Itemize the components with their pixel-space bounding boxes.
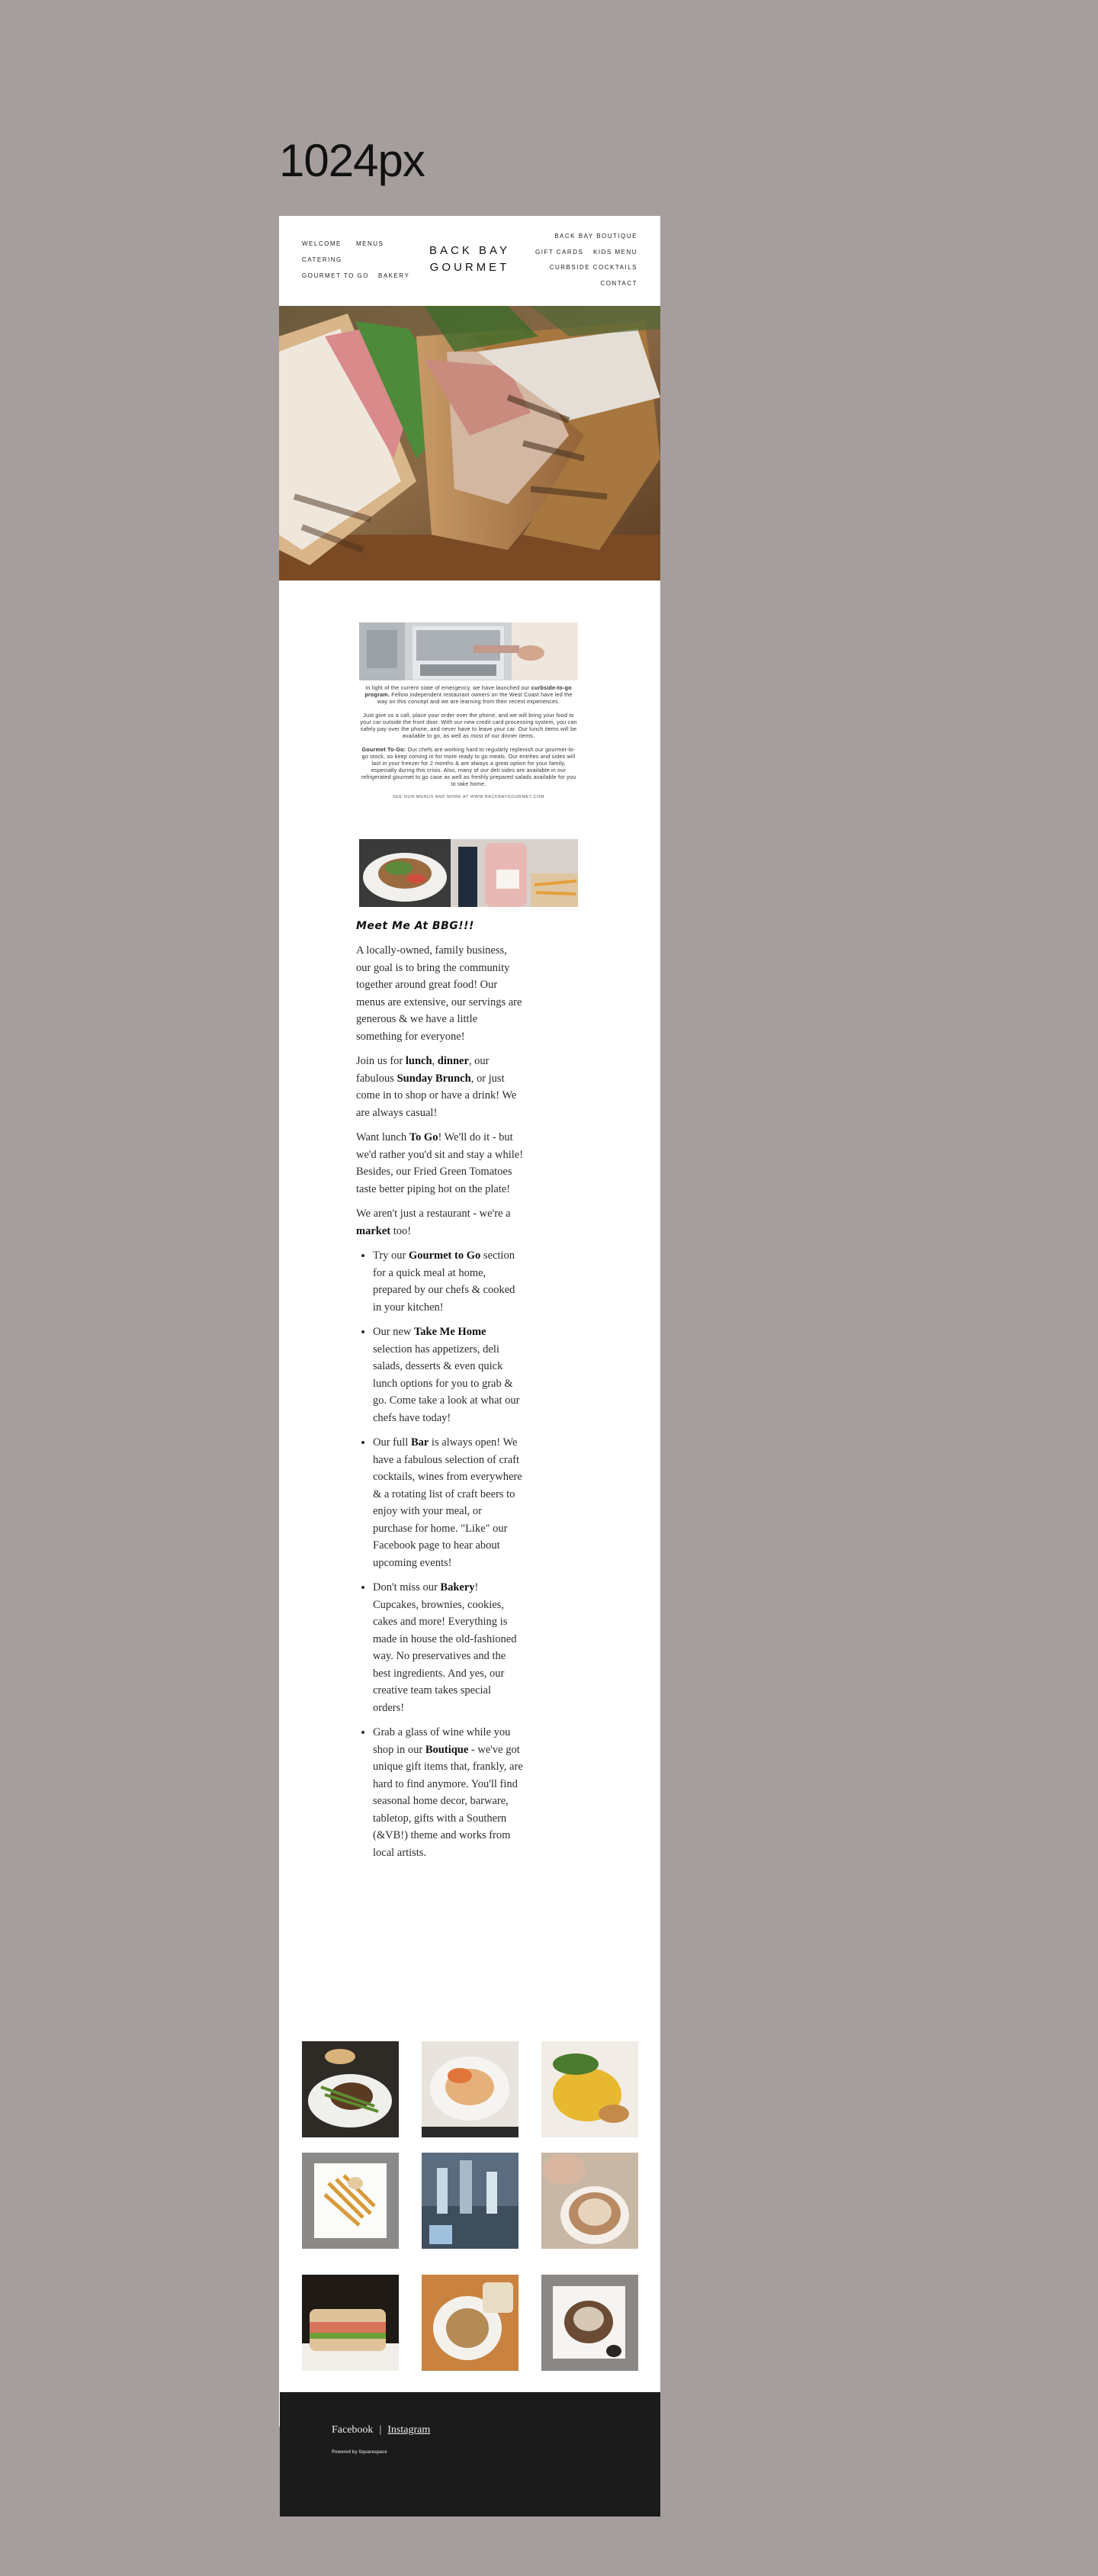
nav-menus[interactable]: MENUS: [356, 240, 384, 247]
p2-bold-brunch: Sunday Brunch: [396, 1072, 471, 1085]
li5-bold: Boutique: [425, 1743, 469, 1756]
notice-paragraph-2: Just give us a call, place your order ov…: [360, 712, 577, 739]
li2-bold: Take Me Home: [413, 1326, 486, 1338]
hero-sandwich-image: [279, 306, 660, 580]
facebook-link[interactable]: Facebook: [332, 2424, 373, 2436]
powered-by-link[interactable]: Powered by Squarespace: [332, 2450, 387, 2455]
li4-bold: Bakery: [440, 1581, 475, 1594]
about-paragraph-2: Join us for lunch, dinner, our fabulous …: [356, 1053, 524, 1121]
nav-contact[interactable]: CONTACT: [600, 280, 637, 287]
instagram-link[interactable]: Instagram: [387, 2424, 430, 2436]
logo-line2: GOURMET: [429, 261, 510, 274]
li3-text-c: is always open! We have a fabulous selec…: [373, 1436, 522, 1569]
p3-bold: To Go: [409, 1131, 438, 1143]
about-content: Meet Me At BBG!!! A locally-owned, famil…: [356, 918, 524, 1869]
food-gallery: [302, 2041, 645, 2377]
nav-welcome[interactable]: WELCOME: [302, 240, 342, 247]
site-footer: Facebook | Instagram Powered by Squarespac…: [280, 2392, 660, 2517]
gallery-image-sandwich[interactable]: [302, 2275, 399, 2371]
notice-fine-print: SEE OUR MENUS AND MORE AT WWW.BACKBAYGOU…: [392, 795, 545, 799]
curbside-photo-food: [359, 839, 578, 907]
list-item: Our new Take Me Home selection has appet…: [373, 1323, 524, 1426]
li3-bold: Bar: [410, 1436, 429, 1449]
gallery-image-steak[interactable]: [302, 2041, 399, 2137]
notice-paragraph-3: Gourmet To-Go: Our chefs are working har…: [359, 746, 578, 787]
p2-text-a: Join us for: [356, 1055, 406, 1067]
market-list: Try our Gourmet to Go section for a quic…: [356, 1247, 524, 1861]
curbside-notice: In light of the current state of emergen…: [359, 684, 578, 808]
gallery-image-bar[interactable]: [422, 2153, 518, 2249]
nav-catering[interactable]: CATERING: [302, 256, 342, 263]
about-paragraph-3: Want lunch To Go! We'll do it - but we'd…: [356, 1129, 524, 1198]
nav-back-bay-boutique[interactable]: BACK BAY BOUTIQUE: [554, 233, 637, 240]
gallery-image-rice[interactable]: [541, 2041, 638, 2137]
notice-paragraph-1: In light of the current state of emergen…: [359, 684, 578, 705]
about-paragraph-4: We aren't just a restaurant - we're a ma…: [356, 1205, 524, 1240]
li5-text-c: - we've got unique gift items that, fran…: [373, 1743, 523, 1859]
list-item: Grab a glass of wine while you shop in o…: [373, 1724, 524, 1861]
list-item: Try our Gourmet to Go section for a quic…: [373, 1247, 524, 1316]
nav-gourmet-to-go[interactable]: GOURMET TO GO: [302, 272, 369, 279]
gallery-image-dessert[interactable]: [541, 2275, 638, 2371]
li2-text-a: Our new: [373, 1326, 414, 1338]
site-logo[interactable]: BACK BAY GOURMET: [393, 243, 546, 276]
nav-kids-menu[interactable]: KIDS MENU: [593, 249, 637, 256]
logo-line1: BACK BAY: [429, 244, 510, 257]
notice-p1-text-b: Fellow independent restaurant owners on …: [377, 691, 573, 705]
list-item: Don't miss our Bakery! Cupcakes, brownie…: [373, 1579, 524, 1716]
footer-separator: |: [379, 2424, 382, 2436]
notice-p1-text-a: In light of the current state of emergen…: [365, 684, 531, 691]
li2-text-c: selection has appetizers, deli salads, d…: [373, 1343, 520, 1424]
notice-p3-bold: Gourmet To-Go:: [361, 746, 406, 753]
li1-text-a: Try our: [373, 1249, 409, 1262]
p3-text-a: Want lunch: [356, 1131, 409, 1143]
p4-text-a: We aren't just a restaurant - we're a: [356, 1208, 511, 1220]
about-heading: Meet Me At BBG!!!: [356, 920, 474, 932]
gallery-image-shrimp[interactable]: [422, 2041, 518, 2137]
li4-text-a: Don't miss our: [373, 1581, 441, 1594]
p4-bold: market: [356, 1224, 391, 1237]
p2-bold-dinner: dinner: [437, 1055, 469, 1067]
site-header: WELCOME MENUS CATERING GOURMET TO GO BAK…: [279, 216, 660, 304]
p2-bold-lunch: lunch: [405, 1055, 432, 1067]
gallery-image-fries[interactable]: [302, 2153, 399, 2249]
site-frame: WELCOME MENUS CATERING GOURMET TO GO BAK…: [279, 216, 660, 2426]
li4-text-c: ! Cupcakes, brownies, cookies, cakes and…: [373, 1581, 517, 1714]
p4-text-c: too!: [390, 1224, 412, 1237]
nav-gift-cards[interactable]: GIFT CARDS: [535, 249, 583, 256]
gallery-image-cake[interactable]: [541, 2153, 638, 2249]
nav-curbside-cocktails[interactable]: CURBSIDE COCKTAILS: [550, 264, 637, 271]
p2-text-c: ,: [432, 1055, 438, 1067]
li3-text-a: Our full: [373, 1436, 411, 1449]
notice-p3-text: Our chefs are working hard to regularly …: [361, 746, 576, 787]
gallery-image-soup[interactable]: [422, 2275, 518, 2371]
social-links: Facebook | Instagram: [332, 2424, 430, 2436]
list-item: Our full Bar is always open! We have a f…: [373, 1434, 524, 1571]
viewport-size-label: 1024px: [279, 135, 425, 186]
li1-bold: Gourmet to Go: [409, 1249, 481, 1262]
about-paragraph-1: A locally-owned, family business, our go…: [356, 944, 522, 1043]
curbside-photo-kitchen: [359, 622, 578, 680]
